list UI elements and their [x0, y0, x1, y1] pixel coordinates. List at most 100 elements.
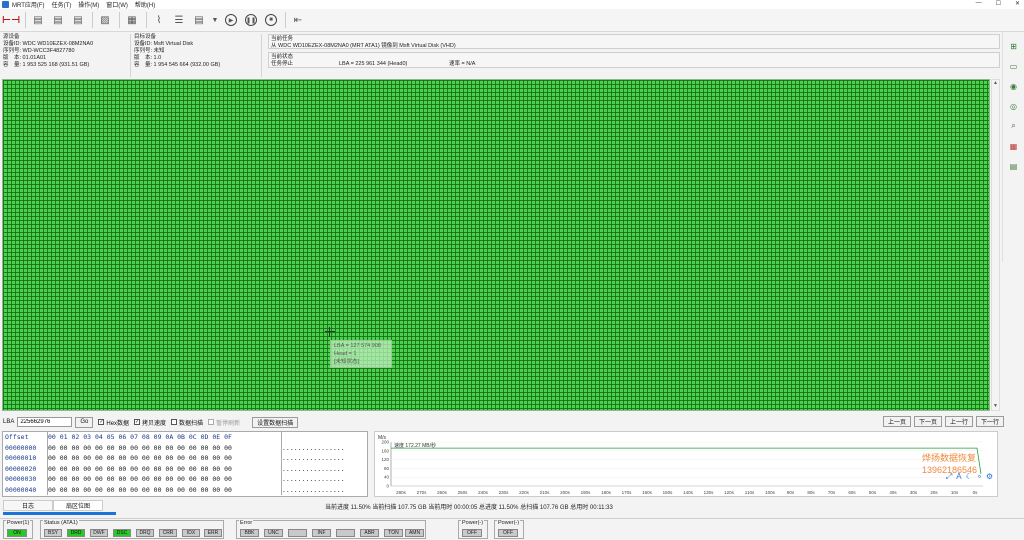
log-icon[interactable]: ▤ — [1008, 160, 1020, 172]
data-scan-checkbox[interactable]: 数据扫描 — [171, 418, 203, 427]
menu-task[interactable]: 任务(T) — [52, 0, 72, 9]
target-icon[interactable]: ◎ — [1008, 100, 1020, 112]
menu-help[interactable]: 帮助(H) — [135, 0, 155, 9]
copy-speed-checkbox[interactable]: ✓ 拷贝速度 — [134, 418, 166, 427]
power-off-indicator: OFF — [462, 529, 482, 537]
source-version: 版 本: 01.01A01 — [3, 55, 47, 61]
blank-indicator — [336, 529, 355, 537]
main-menu: MRT应用(F) 任务(T) 操作(M) 窗口(W) 帮助(H) — [12, 0, 155, 9]
close-button[interactable]: ✕ — [1015, 0, 1020, 7]
hex-viewer[interactable]: Offset 00 01 02 03 04 05 06 07 08 09 0A … — [2, 431, 368, 497]
source-model: 设备ID: WDC WD10EZEX-08M2NA0 — [3, 41, 94, 47]
hex-bytes: 00 00 00 00 00 00 00 00 00 00 00 00 00 0… — [47, 453, 281, 464]
lba-input[interactable] — [17, 417, 73, 427]
ton-indicator: TON — [384, 529, 403, 537]
hex-row: 00000010 00 00 00 00 00 00 00 00 00 00 0… — [3, 453, 367, 464]
hex-offset-header: Offset — [5, 433, 29, 441]
menu-window[interactable]: 窗口(W) — [106, 0, 128, 9]
tooltip-head: Head = 1 — [334, 351, 357, 357]
x-tick-label: 230s — [499, 490, 510, 495]
hex-offset: 00000040 — [5, 485, 37, 494]
x-tick-label: 220s — [519, 490, 530, 495]
report-icon[interactable]: ▤ — [191, 12, 207, 28]
dropdown-arrow-icon[interactable]: ▼ — [211, 12, 219, 28]
hex-ascii: ................ — [281, 474, 353, 485]
state-lba: LBA = 225 961 344 (Head0) — [339, 61, 408, 67]
page-navigation: 上一页 下一页 上一行 下一行 — [882, 416, 1004, 427]
power-b-title: Power(-) — [497, 520, 521, 526]
sector-bitmap[interactable] — [2, 79, 990, 411]
y-tick-label: 120 — [381, 457, 389, 462]
pause-icon[interactable]: ❚❚ — [243, 12, 259, 28]
error-title: Error — [239, 520, 254, 526]
scroll-down-icon[interactable]: ▼ — [992, 403, 999, 410]
prev-page-button[interactable]: 上一页 — [882, 416, 911, 427]
document-list-icon[interactable]: ▤ — [50, 12, 66, 28]
x-tick-label: 140s — [683, 490, 694, 495]
y-tick-label: 0 — [386, 484, 389, 489]
y-tick-label: 160 — [381, 448, 389, 453]
maximize-button[interactable]: ☐ — [996, 0, 1001, 7]
state-text: 任务停止 — [271, 61, 294, 67]
document-chart-icon[interactable]: ▤ — [70, 12, 86, 28]
hex-ascii: ................ — [281, 442, 353, 453]
play-icon[interactable]: ▶ — [223, 12, 239, 28]
go-button[interactable]: Go — [75, 416, 94, 428]
power1-title: Power(1) — [6, 520, 31, 526]
connect-dots-icon[interactable]: ∘ — [977, 472, 982, 482]
connect-icon[interactable]: ⊢⊣ — [2, 12, 20, 28]
x-tick-label: 160s — [642, 490, 653, 495]
pause-refresh-checkbox[interactable]: 暂停刷新 — [208, 418, 240, 427]
hex-bytes: 00 00 00 00 00 00 00 00 00 00 00 00 00 0… — [47, 484, 281, 495]
source-header: 源设备 — [3, 34, 20, 40]
list-icon[interactable]: ☰ — [171, 12, 187, 28]
x-tick-label: 90s — [787, 490, 795, 495]
next-page-button[interactable]: 下一页 — [913, 416, 942, 427]
source-capacity: 容 量: 1 953 525 168 (931.51 GB) — [3, 62, 90, 68]
exit-icon[interactable]: ⇤ — [290, 12, 306, 28]
scroll-up-icon[interactable]: ▲ — [992, 80, 999, 87]
hex-view-icon[interactable]: ⊞ — [1008, 40, 1020, 52]
sector-map-icon[interactable]: ▦ — [1008, 140, 1020, 152]
prev-line-button[interactable]: 上一行 — [944, 416, 973, 427]
data-scan-label: 数据扫描 — [179, 420, 204, 427]
stop-icon[interactable]: ■ — [263, 12, 279, 28]
power-a-title: Power(-) — [461, 520, 485, 526]
lba-label: LBA — [3, 419, 15, 425]
document-icon[interactable]: ▤ — [30, 12, 46, 28]
text-icon[interactable]: A — [956, 472, 961, 482]
error-group: Error BBK UNC INF ABR TON AMN — [236, 520, 426, 539]
refresh-icon[interactable]: ◉ — [1008, 80, 1020, 92]
settings-icon[interactable]: ⚙ — [986, 472, 993, 482]
next-line-button[interactable]: 下一行 — [975, 416, 1004, 427]
idx-indicator: IDX — [182, 529, 200, 537]
tab-sector-bitmap[interactable]: 扇区位图 — [53, 500, 103, 511]
x-tick-label: 0s — [973, 490, 979, 495]
tab-log[interactable]: 日志 — [3, 500, 53, 511]
hex-data-checkbox[interactable]: ✓ Hex数据 — [98, 418, 129, 427]
expand-icon[interactable]: ⤢ — [946, 472, 952, 482]
x-tick-label: 200s — [560, 490, 571, 495]
source-serial: 序列号: WD-WCC3F4827780 — [3, 48, 75, 54]
toolbar-separator — [25, 12, 26, 28]
menu-operation[interactable]: 操作(M) — [78, 0, 99, 9]
map-scrollbar[interactable]: ▲ ▼ — [991, 79, 1000, 411]
edit-icon[interactable]: ▨ — [97, 12, 113, 28]
mrt-window: MRT应用(F) 任务(T) 操作(M) 窗口(W) 帮助(H) — ☐ ✕ ⊢… — [0, 0, 1024, 540]
search-icon[interactable]: ⌕ — [1008, 120, 1020, 132]
checkmark-icon: ✓ — [98, 419, 105, 425]
hex-offset: 00000000 — [5, 443, 37, 452]
set-scan-button[interactable]: 设置数据扫描 — [252, 416, 299, 428]
progress-stats: 当前进度 11.50% 当前扫描 107.75 GB 当前用时 00:00:05… — [325, 505, 613, 511]
hex-bytes: 00 00 00 00 00 00 00 00 00 00 00 00 00 0… — [47, 463, 281, 474]
menu-app[interactable]: MRT应用(F) — [12, 0, 45, 9]
save-icon[interactable]: ▦ — [124, 12, 140, 28]
minimize-button[interactable]: — — [976, 0, 982, 7]
x-tick-label: 170s — [622, 490, 633, 495]
disk-icon[interactable]: ▭ — [1008, 60, 1020, 72]
chart-icon[interactable]: ⌇ — [151, 12, 167, 28]
dwf-indicator: DWF — [90, 529, 108, 537]
hex-row: 00000000 00 00 00 00 00 00 00 00 00 00 0… — [3, 442, 367, 453]
moon-icon[interactable]: ☾ — [966, 472, 973, 482]
unchecked-box — [208, 419, 215, 425]
